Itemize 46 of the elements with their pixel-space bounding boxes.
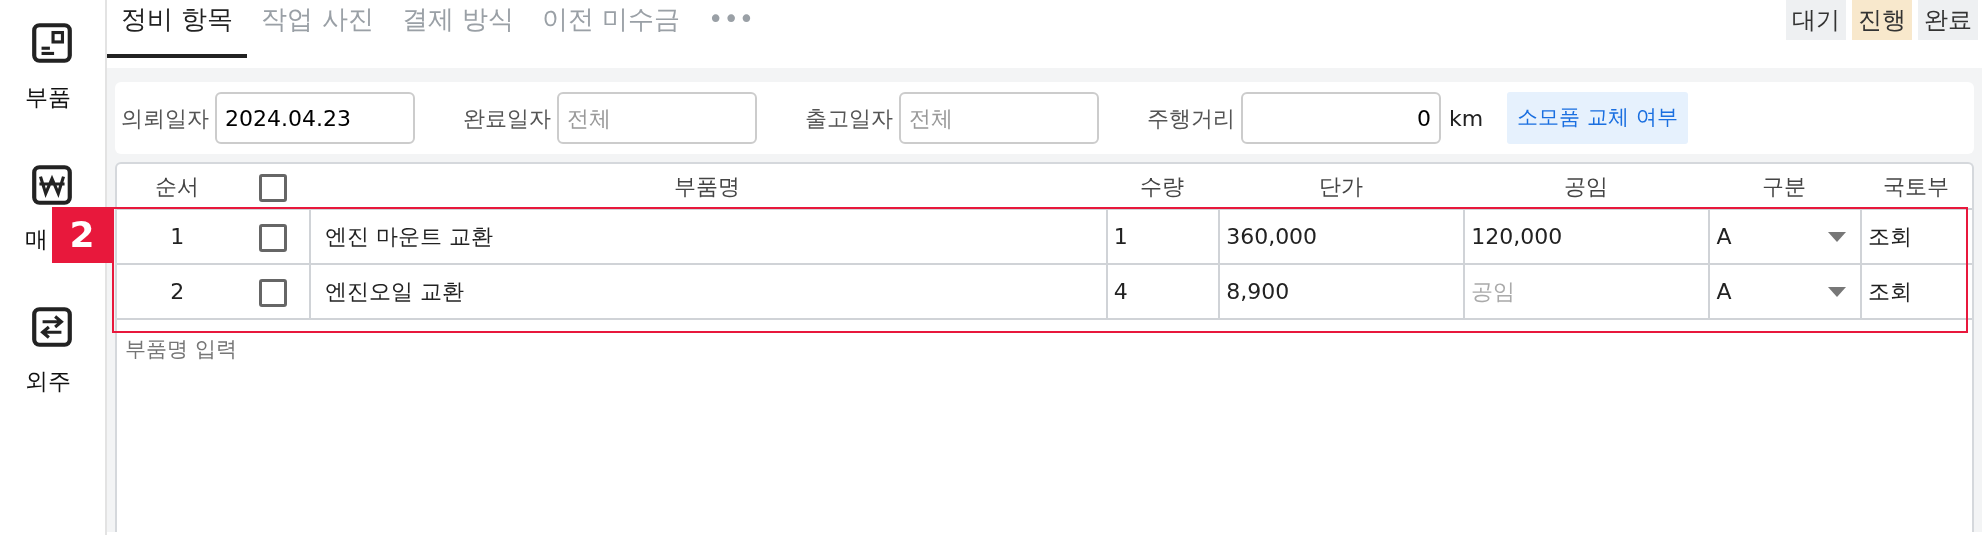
swap-icon[interactable] — [29, 304, 75, 350]
price-field[interactable]: 360,000 — [1218, 208, 1464, 263]
status-button[interactable]: 대기 — [1786, 0, 1846, 40]
labor-field[interactable]: 120,000 — [1463, 208, 1709, 263]
status-button[interactable]: 진행 — [1852, 0, 1912, 40]
lookup-link[interactable]: 조회 — [1859, 208, 1972, 263]
price-field[interactable]: 8,900 — [1218, 263, 1464, 318]
sidebar-label[interactable]: 외주 — [25, 364, 71, 399]
type-select[interactable]: A — [1708, 208, 1860, 263]
unit-label: km — [1449, 104, 1484, 133]
part-name: 엔진오일 교환 — [325, 279, 465, 304]
caret-icon — [1827, 231, 1846, 242]
row-number: 1 — [170, 224, 185, 249]
quantity-field[interactable]: 1 — [1105, 208, 1219, 263]
column-header: 부품명 — [674, 173, 741, 199]
tab[interactable]: 정비 항목 — [107, 0, 248, 58]
field-label: 완료일자 — [463, 104, 551, 133]
card-icon[interactable] — [29, 20, 75, 66]
field-label: 출고일자 — [805, 104, 893, 133]
won-icon[interactable] — [29, 162, 75, 208]
column-header: 단가 — [1318, 173, 1363, 199]
date-field[interactable]: 전체 — [557, 92, 757, 144]
sidebar-label[interactable]: 부품 — [25, 80, 71, 115]
lookup-link[interactable]: 조회 — [1859, 263, 1972, 318]
column-header: 구분 — [1762, 173, 1806, 199]
checkbox[interactable] — [259, 224, 288, 252]
sidebar-label[interactable]: 매 — [25, 222, 48, 257]
field-label: 주행거리 — [1147, 104, 1235, 133]
step-badge: 2 — [52, 207, 112, 263]
type-select[interactable]: A — [1708, 263, 1860, 318]
consumable-button[interactable]: 소모품 교체 여부 — [1507, 92, 1688, 144]
field-label: 의뢰일자 — [121, 104, 209, 133]
mileage-field[interactable]: 0 — [1241, 92, 1441, 144]
checkbox[interactable] — [259, 279, 288, 307]
checkbox[interactable] — [259, 173, 288, 202]
row-number: 2 — [170, 279, 185, 304]
status-button[interactable]: 완료 — [1918, 0, 1978, 40]
part-name: 엔진 마운트 교환 — [325, 224, 494, 249]
column-header: 순서 — [155, 173, 200, 199]
date-field[interactable]: 전체 — [899, 92, 1099, 144]
caret-icon — [1827, 286, 1846, 297]
column-header: 국토부 — [1882, 173, 1949, 199]
column-header: 수량 — [1139, 173, 1184, 199]
date-field[interactable]: 2024.04.23 — [215, 92, 415, 144]
quantity-field[interactable]: 4 — [1105, 263, 1219, 318]
column-header: 공임 — [1563, 173, 1608, 199]
